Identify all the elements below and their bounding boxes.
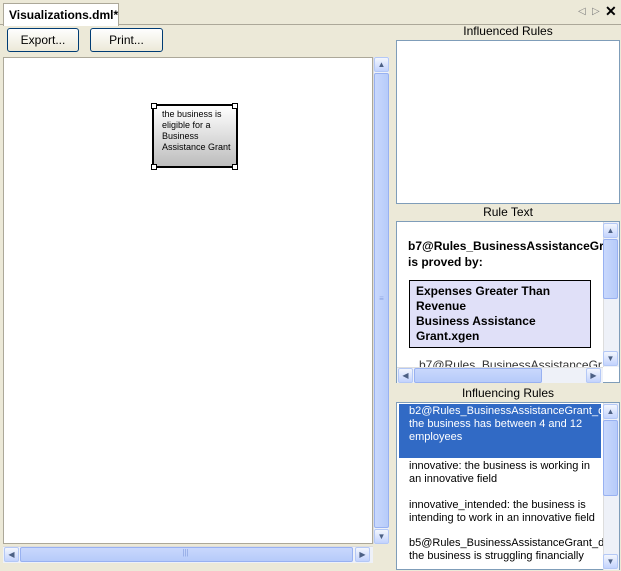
rule-text-heading: b7@Rules_BusinessAssistanceGr is proved …: [408, 238, 603, 270]
scroll-right-icon[interactable]: ▶: [355, 547, 370, 562]
proved-by-line2: Revenue: [416, 299, 467, 313]
rule-text-heading-line1: b7@Rules_BusinessAssistanceGr: [408, 239, 603, 253]
tab-prev-icon[interactable]: ◁: [578, 6, 586, 17]
export-button[interactable]: Export...: [7, 28, 79, 52]
close-icon[interactable]: ✕: [605, 3, 617, 20]
rule-text-hscroll-thumb[interactable]: [414, 368, 542, 383]
influencing-rules-title: Influencing Rules: [461, 386, 555, 400]
list-item[interactable]: b5@Rules_BusinessAssistanceGrant_doc: th…: [399, 536, 619, 569]
proved-by-line1: Expenses Greater Than: [416, 284, 551, 298]
rule-node[interactable]: the business is eligible for a Business …: [152, 104, 238, 168]
rule-text-vscroll-thumb[interactable]: [603, 239, 618, 299]
scroll-up-icon[interactable]: ▲: [374, 57, 389, 72]
rule-text-heading-line2: is proved by:: [408, 255, 483, 269]
influenced-rules-title: Influenced Rules: [463, 24, 553, 38]
scroll-up-icon[interactable]: ▲: [603, 404, 618, 419]
scroll-left-icon[interactable]: ◀: [398, 368, 413, 383]
rule-text-panel[interactable]: b7@Rules_BusinessAssistanceGr is proved …: [396, 221, 620, 383]
resize-handle-br[interactable]: [232, 164, 238, 170]
list-item[interactable]: innovative: the business is working in a…: [399, 459, 601, 497]
influencing-vscroll-thumb[interactable]: [603, 420, 618, 496]
resize-handle-tl[interactable]: [151, 103, 157, 109]
scroll-down-icon[interactable]: ▼: [603, 351, 618, 366]
scroll-up-icon[interactable]: ▲: [603, 223, 618, 238]
list-item[interactable]: innovative_intended: the business is int…: [399, 498, 601, 536]
grip-icon: ≡: [379, 294, 384, 303]
scroll-left-icon[interactable]: ◀: [4, 547, 19, 562]
influenced-rules-panel[interactable]: [396, 40, 620, 204]
influencing-rules-list[interactable]: b2@Rules_BusinessAssistanceGrant_doc: th…: [396, 402, 620, 570]
grip-icon: |||: [182, 548, 189, 557]
tab-next-icon[interactable]: ▷: [592, 6, 600, 17]
rule-node-label: the business is eligible for a Business …: [162, 109, 231, 152]
rule-text-title: Rule Text: [483, 205, 533, 219]
tab-visualizations[interactable]: Visualizations.dml*: [3, 3, 119, 26]
proved-by-line4: Grant.xgen: [416, 329, 480, 343]
scroll-down-icon[interactable]: ▼: [603, 554, 618, 569]
print-button[interactable]: Print...: [90, 28, 163, 52]
resize-handle-tr[interactable]: [232, 103, 238, 109]
scroll-down-icon[interactable]: ▼: [374, 529, 389, 544]
proved-by-box[interactable]: Expenses Greater Than Revenue Business A…: [409, 280, 591, 348]
scroll-right-icon[interactable]: ▶: [586, 368, 601, 383]
list-item[interactable]: b2@Rules_BusinessAssistanceGrant_doc: th…: [399, 404, 619, 458]
proved-by-line3: Business Assistance: [416, 314, 536, 328]
resize-handle-bl[interactable]: [151, 164, 157, 170]
